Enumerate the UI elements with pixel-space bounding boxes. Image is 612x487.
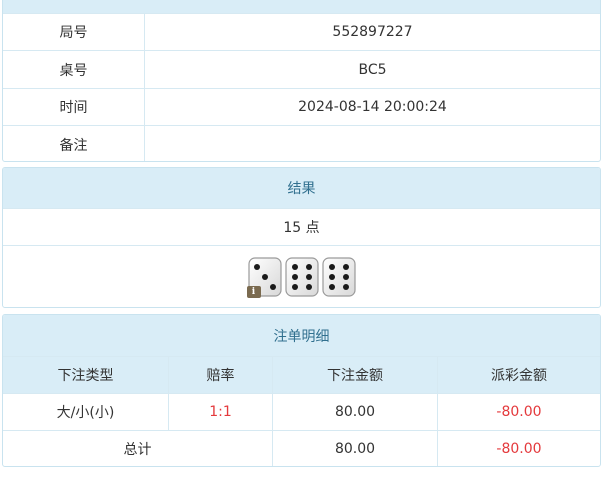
bet-details-panel: 注单明细 下注类型 赔率 下注金额 派彩金额 大/小(小) 1:1 80.00 … — [2, 314, 601, 467]
header-odds: 赔率 — [168, 357, 272, 393]
info-label: 备注 — [59, 137, 88, 154]
bet-payout: -80.00 — [437, 394, 600, 430]
result-header: 结果 — [3, 168, 600, 208]
header-bet-amount: 下注金额 — [272, 357, 437, 393]
round-info-panel: 局号 552897227 桌号 BC5 时间 2024-08-14 20:00:… — [2, 0, 601, 162]
result-title: 结果 — [287, 181, 316, 197]
info-label: 时间 — [59, 100, 88, 116]
header-payout: 派彩金额 — [437, 357, 600, 393]
info-row-table: 桌号 BC5 — [3, 50, 600, 88]
info-label: 桌号 — [59, 62, 88, 79]
bets-title: 注单明细 — [273, 328, 330, 345]
bets-title-row: 注单明细 — [3, 315, 600, 356]
total-amount: 80.00 — [272, 431, 437, 466]
result-points: 15 点 — [283, 220, 320, 236]
die-six-icon — [284, 256, 319, 297]
info-value-round-number: 552897227 — [144, 14, 600, 50]
info-badge-icon[interactable]: i — [246, 285, 261, 298]
info-row-time: 时间 2024-08-14 20:00:24 — [3, 88, 600, 125]
header-bet-type: 下注类型 — [57, 368, 114, 384]
info-row-round: 局号 552897227 — [3, 13, 600, 50]
total-label: 总计 — [123, 442, 152, 458]
result-dice-row: i — [3, 245, 600, 307]
bet-type: 大/小(小) — [56, 405, 115, 421]
result-panel: 结果 15 点 i — [2, 167, 601, 308]
die-1-wrap: i — [246, 256, 282, 298]
bet-odds: 1:1 — [168, 394, 272, 430]
bets-header-row: 下注类型 赔率 下注金额 派彩金额 — [3, 356, 600, 393]
info-value-table-number: BC5 — [144, 51, 600, 88]
info-header-strip — [3, 0, 600, 13]
info-row-remark: 备注 — [3, 125, 600, 161]
info-value-remark — [144, 126, 600, 161]
total-row: 总计 80.00 -80.00 — [3, 430, 600, 466]
bet-amount: 80.00 — [272, 394, 437, 430]
info-value-time: 2024-08-14 20:00:24 — [144, 89, 600, 125]
total-payout: -80.00 — [437, 431, 600, 466]
dice-group: i — [3, 246, 600, 307]
info-label: 局号 — [59, 25, 88, 41]
die-six-icon — [321, 256, 356, 297]
table-row: 大/小(小) 1:1 80.00 -80.00 — [3, 393, 600, 430]
result-points-row: 15 点 — [3, 208, 600, 245]
